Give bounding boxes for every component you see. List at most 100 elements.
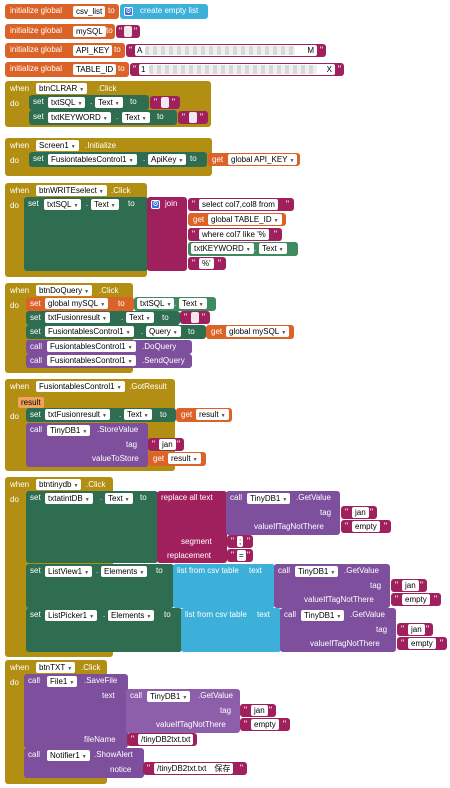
variable-dropdown[interactable]: global mySQL ▼	[45, 298, 109, 309]
property-dropdown[interactable]: Text ▼	[95, 97, 123, 108]
property-dropdown[interactable]: Text ▼	[124, 409, 152, 420]
text-jan-block[interactable]: " jan "	[341, 506, 377, 519]
get-result[interactable]: get result ▼	[148, 452, 206, 466]
component-dropdown[interactable]: txtSQL ▼	[137, 298, 175, 309]
text-field[interactable]: jan	[402, 580, 419, 591]
call-file1-savefile[interactable]: call File1 ▼ .SaveFile text fileName	[24, 674, 128, 748]
text-empty-block[interactable]: " empty "	[391, 593, 441, 606]
set-txtatintdb-text[interactable]: set txtatintDB ▼ . Text ▼ to	[26, 491, 158, 563]
set-fusiontables-apikey[interactable]: set FusiontablesControl1 ▼ . ApiKey ▼ to	[29, 152, 207, 167]
component-dropdown[interactable]: ListView1 ▼	[45, 566, 93, 577]
text-field[interactable]: empty	[352, 521, 380, 532]
call-tinydb-getvalue[interactable]: call TinyDB1 ▼ .GetValue tag valueIfTagNo…	[280, 608, 396, 652]
call-fusiontables-sendquery[interactable]: call FusiontablesControl1 ▼ .SendQuery	[26, 354, 192, 368]
text-field[interactable]: jan	[159, 439, 176, 450]
text-field[interactable]	[191, 312, 199, 323]
param-result[interactable]: result	[18, 397, 44, 408]
api-key-text-block[interactable]: " A M "	[126, 44, 326, 57]
call-tinydb-getvalue[interactable]: call TinyDB1 ▼ .GetValue tag valueIfTagNo…	[274, 564, 390, 608]
component-dropdown[interactable]: FusiontablesControl1 ▼	[47, 341, 136, 352]
text-select-block[interactable]: " select col7,col8 from "	[188, 198, 294, 211]
component-dropdown[interactable]: txtKEYWORD ▼	[48, 112, 111, 123]
component-dropdown[interactable]: txtKEYWORD ▼	[191, 243, 254, 254]
create-empty-list-block[interactable]: ⚙ create empty list	[120, 4, 208, 19]
component-dropdown[interactable]: FusiontablesControl1 ▼	[45, 326, 134, 337]
get-global-table-id[interactable]: get global TABLE_ID ▼	[188, 213, 286, 226]
set-fusiontables-query[interactable]: set FusiontablesControl1 ▼ . Query ▼ to	[26, 325, 206, 339]
text-field[interactable]: empty	[408, 638, 436, 649]
get-global-api-key[interactable]: get global API_KEY ▼	[208, 153, 300, 166]
set-txtfusionresult-text[interactable]: set txtFusionresult ▼ . Text ▼ to	[26, 311, 180, 325]
property-dropdown[interactable]: Query ▼	[146, 326, 181, 337]
call-notifier1-showalert[interactable]: call Notifier1 ▼ .ShowAlert notice	[24, 748, 144, 778]
component-dropdown[interactable]: Notifier1 ▼	[47, 750, 90, 761]
set-txtsql-text[interactable]: set txtSQL ▼ . Text ▼ to	[29, 95, 149, 110]
text-field[interactable]: 1 X	[139, 64, 335, 75]
global-csv-list-block[interactable]: initialize global csv_list to	[5, 4, 119, 19]
empty-text-block[interactable]: " "	[116, 25, 140, 38]
component-dropdown[interactable]: txtSQL ▼	[48, 97, 86, 108]
property-dropdown[interactable]: Elements ▼	[108, 610, 155, 621]
call-tinydb-getvalue[interactable]: call TinyDB1 ▼ .GetValue tag valueIfTagNo…	[126, 689, 240, 733]
property-dropdown[interactable]: Elements ▼	[101, 566, 148, 577]
set-txtkeyword-text[interactable]: set txtKEYWORD ▼ . Text ▼ to	[29, 110, 177, 125]
get-result[interactable]: get result ▼	[176, 408, 232, 422]
text-field[interactable]: select col7,col8 from	[199, 199, 278, 210]
component-dropdown[interactable]: Screen1 ▼	[36, 140, 79, 151]
set-txtsql-text-join[interactable]: set txtSQL ▼ . Text ▼ to	[24, 197, 148, 271]
text-field[interactable]: empty	[251, 719, 279, 730]
var-name-field[interactable]: TABLE_ID	[73, 64, 117, 75]
text-field[interactable]: where col7 like '%	[199, 229, 269, 240]
mutator-gear-icon[interactable]: ⚙	[151, 200, 160, 209]
variable-dropdown[interactable]: global TABLE_ID ▼	[208, 214, 282, 225]
variable-dropdown[interactable]: result ▼	[196, 409, 229, 420]
table-id-text-block[interactable]: " 1 X "	[130, 63, 344, 76]
empty-text-block[interactable]: " "	[180, 311, 210, 324]
text-field[interactable]: A M	[135, 45, 317, 56]
property-dropdown[interactable]: Text ▼	[105, 493, 133, 504]
txtkeyword-text-getter[interactable]: txtKEYWORD ▼ . Text ▼	[188, 242, 298, 256]
property-dropdown[interactable]: Text ▼	[259, 243, 287, 254]
text-percent-block[interactable]: " %' "	[188, 257, 226, 270]
mutator-gear-icon[interactable]: ⚙	[124, 7, 133, 16]
set-txtfusionresult-result[interactable]: set txtFusionresult ▼ . Text ▼ to	[26, 408, 176, 422]
set-listpicker1-elements[interactable]: set ListPicker1 ▼ . Elements ▼ to	[26, 608, 182, 652]
variable-dropdown[interactable]: global mySQL ▼	[226, 326, 290, 337]
property-dropdown[interactable]: ApiKey ▼	[148, 154, 187, 165]
global-table-id-block[interactable]: initialize global TABLE_ID to	[5, 62, 129, 77]
text-filename-block[interactable]: " /tinyDB2txt.txt "	[127, 733, 197, 746]
text-field[interactable]: jan	[251, 705, 268, 716]
list-from-csv-table-block[interactable]: list from csv table text	[173, 564, 275, 608]
property-dropdown[interactable]: Text ▼	[122, 112, 150, 123]
text-field[interactable]: /tinyDB2txt.txt 保存	[154, 763, 234, 774]
property-dropdown[interactable]: Text ▼	[126, 312, 154, 323]
text-jan-block[interactable]: " jan "	[391, 579, 427, 592]
text-field[interactable]	[161, 97, 169, 108]
global-api-key-block[interactable]: initialize global API_KEY to	[5, 43, 125, 58]
component-dropdown[interactable]: File1 ▼	[47, 676, 78, 687]
component-dropdown[interactable]: FusiontablesControl1 ▼	[36, 381, 125, 392]
component-dropdown[interactable]: txtFusionresult ▼	[45, 312, 110, 323]
join-block[interactable]: ⚙ join	[147, 197, 187, 271]
component-dropdown[interactable]: btnCLRAR ▼	[36, 83, 88, 94]
empty-text-block[interactable]: " "	[178, 111, 208, 124]
text-notice-block[interactable]: " /tinyDB2txt.txt 保存 "	[143, 762, 247, 775]
text-equals-block[interactable]: " = "	[227, 549, 253, 562]
component-dropdown[interactable]: btnDoQuery ▼	[36, 285, 93, 296]
text-field[interactable]: ;	[237, 536, 244, 547]
component-dropdown[interactable]: btntinydb ▼	[36, 479, 82, 490]
get-global-mysql[interactable]: get global mySQL ▼	[206, 325, 294, 339]
replace-all-text-block[interactable]: replace all text segment replacement	[157, 491, 227, 563]
call-fusiontables-doquery[interactable]: call FusiontablesControl1 ▼ .DoQuery	[26, 340, 192, 354]
empty-text-block[interactable]: " "	[150, 96, 180, 109]
component-dropdown[interactable]: FusiontablesControl1 ▼	[47, 355, 136, 366]
text-field[interactable]: empty	[402, 594, 430, 605]
text-field[interactable]: jan	[352, 507, 369, 518]
text-field[interactable]: /tinyDB2txt.txt	[138, 734, 194, 745]
component-dropdown[interactable]: TinyDB1 ▼	[47, 425, 91, 436]
list-from-csv-table-block[interactable]: list from csv table text	[181, 608, 281, 652]
property-dropdown[interactable]: Text ▼	[179, 298, 207, 309]
set-listview1-elements[interactable]: set ListView1 ▼ . Elements ▼ to	[26, 564, 174, 608]
component-dropdown[interactable]: txtatintDB ▼	[45, 493, 93, 504]
text-where-block[interactable]: " where col7 like '% "	[188, 228, 282, 241]
